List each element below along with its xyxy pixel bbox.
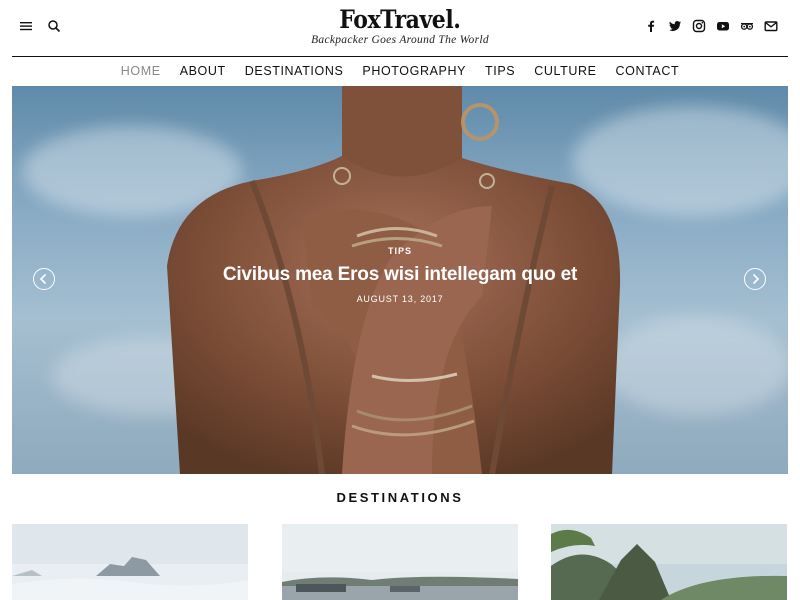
site-header: FoxTravel. Backpacker Goes Around The Wo…	[0, 0, 800, 56]
slider-prev-button[interactable]	[33, 268, 55, 290]
hero-title[interactable]: Civibus mea Eros wisi intellegam quo et	[12, 264, 788, 286]
nav-item-culture[interactable]: CULTURE	[534, 64, 596, 78]
hero-date: AUGUST 13, 2017	[356, 294, 444, 304]
hero-caption: TIPS Civibus mea Eros wisi intellegam qu…	[12, 246, 788, 304]
hero-category[interactable]: TIPS	[12, 246, 788, 256]
destination-card[interactable]	[282, 524, 518, 600]
twitter-icon[interactable]	[668, 19, 682, 33]
destination-card[interactable]	[12, 524, 248, 600]
slider-next-button[interactable]	[744, 268, 766, 290]
youtube-icon[interactable]	[716, 19, 730, 33]
chevron-left-icon	[39, 273, 47, 285]
instagram-icon[interactable]	[692, 19, 706, 33]
nav-item-photography[interactable]: PHOTOGRAPHY	[362, 64, 466, 78]
nav-item-destinations[interactable]: DESTINATIONS	[245, 64, 344, 78]
main-navigation: HOME ABOUT DESTINATIONS PHOTOGRAPHY TIPS…	[0, 57, 800, 85]
hero-slider[interactable]: TIPS Civibus mea Eros wisi intellegam qu…	[12, 86, 788, 474]
nav-item-about[interactable]: ABOUT	[180, 64, 226, 78]
nav-item-tips[interactable]: TIPS	[485, 64, 515, 78]
site-name[interactable]: FoxTravel.	[339, 6, 461, 34]
destination-card[interactable]	[551, 524, 787, 600]
destination-image	[282, 524, 518, 600]
section-title: DESTINATIONS	[336, 490, 464, 505]
tripadvisor-icon[interactable]	[740, 19, 754, 33]
chevron-right-icon	[752, 273, 760, 285]
facebook-icon[interactable]	[644, 19, 658, 33]
nav-item-contact[interactable]: CONTACT	[616, 64, 680, 78]
nav-item-home[interactable]: HOME	[121, 64, 161, 78]
email-icon[interactable]	[764, 19, 778, 33]
social-links	[644, 19, 778, 33]
site-tagline: Backpacker Goes Around The World	[311, 34, 489, 46]
destination-image	[551, 524, 787, 600]
destination-image	[12, 524, 248, 600]
